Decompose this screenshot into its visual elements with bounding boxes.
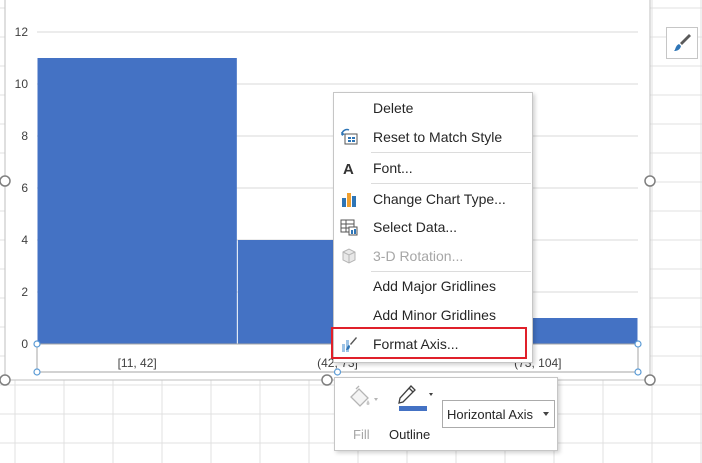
chart-resize-handle[interactable]: [644, 175, 656, 187]
axis-selection-handle[interactable]: [33, 368, 41, 376]
menu-item-label: 3-D Rotation...: [373, 248, 464, 264]
y-tick-label: 6: [21, 181, 28, 195]
y-tick-label: 0: [21, 337, 28, 351]
axis-selection-handle[interactable]: [634, 368, 642, 376]
menu-item-label: Add Minor Gridlines: [373, 307, 496, 323]
select-data-icon: [340, 218, 358, 236]
outline-label: Outline: [389, 427, 431, 442]
fill-label: Fill: [353, 427, 370, 442]
histogram-bar[interactable]: [37, 58, 237, 344]
menu-item-label: Reset to Match Style: [373, 129, 503, 145]
y-tick-label: 10: [15, 77, 29, 91]
menu-item-add-minor-gridlines[interactable]: Add Minor Gridlines: [334, 302, 532, 328]
menu-separator: [371, 271, 531, 272]
y-tick-label: 8: [21, 129, 28, 143]
spreadsheet-area[interactable]: 0 2 4 6 8 10 12 [11, 42] (42, 73] (73, 104] Dele…: [0, 0, 702, 463]
chart-resize-handle[interactable]: [321, 374, 333, 386]
fill-button[interactable]: Fill: [343, 383, 383, 445]
menu-item-label: Delete: [373, 100, 414, 116]
y-tick-label: 2: [21, 285, 28, 299]
font-icon: A: [340, 159, 358, 177]
menu-item-label: Font...: [373, 160, 413, 176]
format-axis-highlight-box: [331, 327, 527, 359]
axis-selection-handle[interactable]: [333, 368, 342, 376]
menu-item-label: Change Chart Type...: [373, 191, 506, 207]
menu-item-font[interactable]: A Font...: [334, 155, 532, 181]
menu-item-select-data[interactable]: Select Data...: [334, 214, 532, 240]
menu-item-3d-rotation: 3-D Rotation...: [334, 243, 532, 269]
chart-resize-handle[interactable]: [644, 374, 656, 386]
paintbrush-icon: [674, 34, 691, 51]
menu-separator: [371, 183, 531, 184]
mini-format-toolbar: Fill Outline Horizontal Axis: [334, 377, 558, 451]
axis-selection-handle[interactable]: [634, 340, 642, 348]
x-tick-label: [11, 42]: [118, 356, 157, 370]
y-tick-label: 12: [15, 25, 29, 39]
menu-item-label: Select Data...: [373, 219, 458, 235]
paint-bucket-icon: [350, 385, 378, 407]
chart-resize-handle[interactable]: [0, 374, 11, 386]
chevron-down-icon: [543, 412, 549, 416]
menu-item-add-major-gridlines[interactable]: Add Major Gridlines: [334, 273, 532, 299]
menu-item-delete[interactable]: Delete: [334, 95, 532, 121]
chart-element-dropdown[interactable]: Horizontal Axis: [442, 400, 555, 428]
menu-item-change-chart-type[interactable]: Change Chart Type...: [334, 186, 532, 212]
menu-separator: [371, 152, 531, 153]
svg-text:A: A: [343, 161, 354, 177]
chart-element-dropdown-value: Horizontal Axis: [447, 406, 533, 422]
axis-selection-handle[interactable]: [33, 340, 41, 348]
chart-resize-handle[interactable]: [0, 175, 11, 187]
menu-item-reset-to-match-style[interactable]: Reset to Match Style: [334, 124, 532, 150]
pen-outline-icon: [398, 385, 433, 411]
menu-item-label: Add Major Gridlines: [373, 278, 496, 294]
y-tick-label: 4: [21, 233, 28, 247]
chart-styles-button[interactable]: [666, 27, 698, 59]
outline-button[interactable]: Outline: [387, 383, 439, 445]
context-menu: Delete Reset to Match Style A Font... Ch…: [333, 92, 533, 363]
cube-icon: [340, 247, 358, 265]
reset-style-icon: [340, 128, 358, 146]
chart-type-icon: [340, 190, 358, 208]
